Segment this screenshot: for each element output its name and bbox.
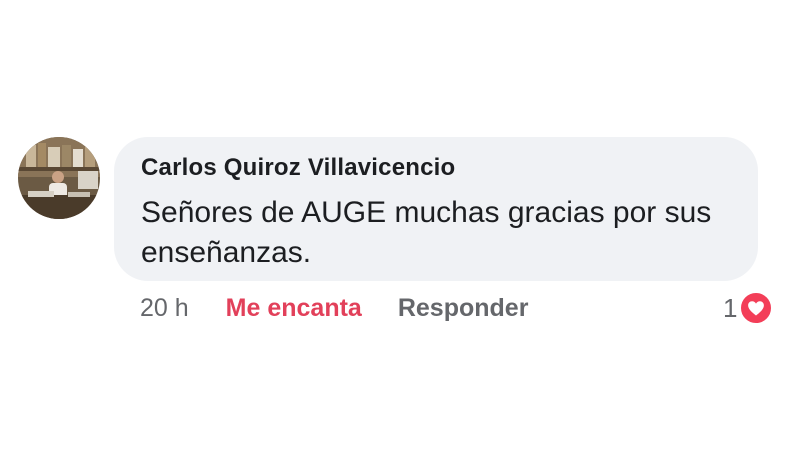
- avatar-photo: [18, 137, 100, 219]
- comment-author[interactable]: Carlos Quiroz Villavicencio: [141, 153, 734, 183]
- comment-actions: 20 h Me encanta Responder: [140, 292, 528, 324]
- reaction-count: 1: [723, 292, 738, 323]
- reply-button[interactable]: Responder: [398, 294, 529, 323]
- avatar[interactable]: [18, 137, 100, 219]
- comment-bubble: Carlos Quiroz Villavicencio Señores de A…: [114, 137, 758, 281]
- comment-text: Señores de AUGE muchas gracias por sus e…: [141, 196, 712, 269]
- reaction-summary[interactable]: 1: [723, 290, 774, 326]
- comment-timestamp[interactable]: 20 h: [140, 294, 189, 323]
- heart-icon: [739, 291, 774, 325]
- comment-screen: Carlos Quiroz Villavicencio Señores de A…: [0, 0, 792, 458]
- react-button[interactable]: Me encanta: [226, 294, 362, 323]
